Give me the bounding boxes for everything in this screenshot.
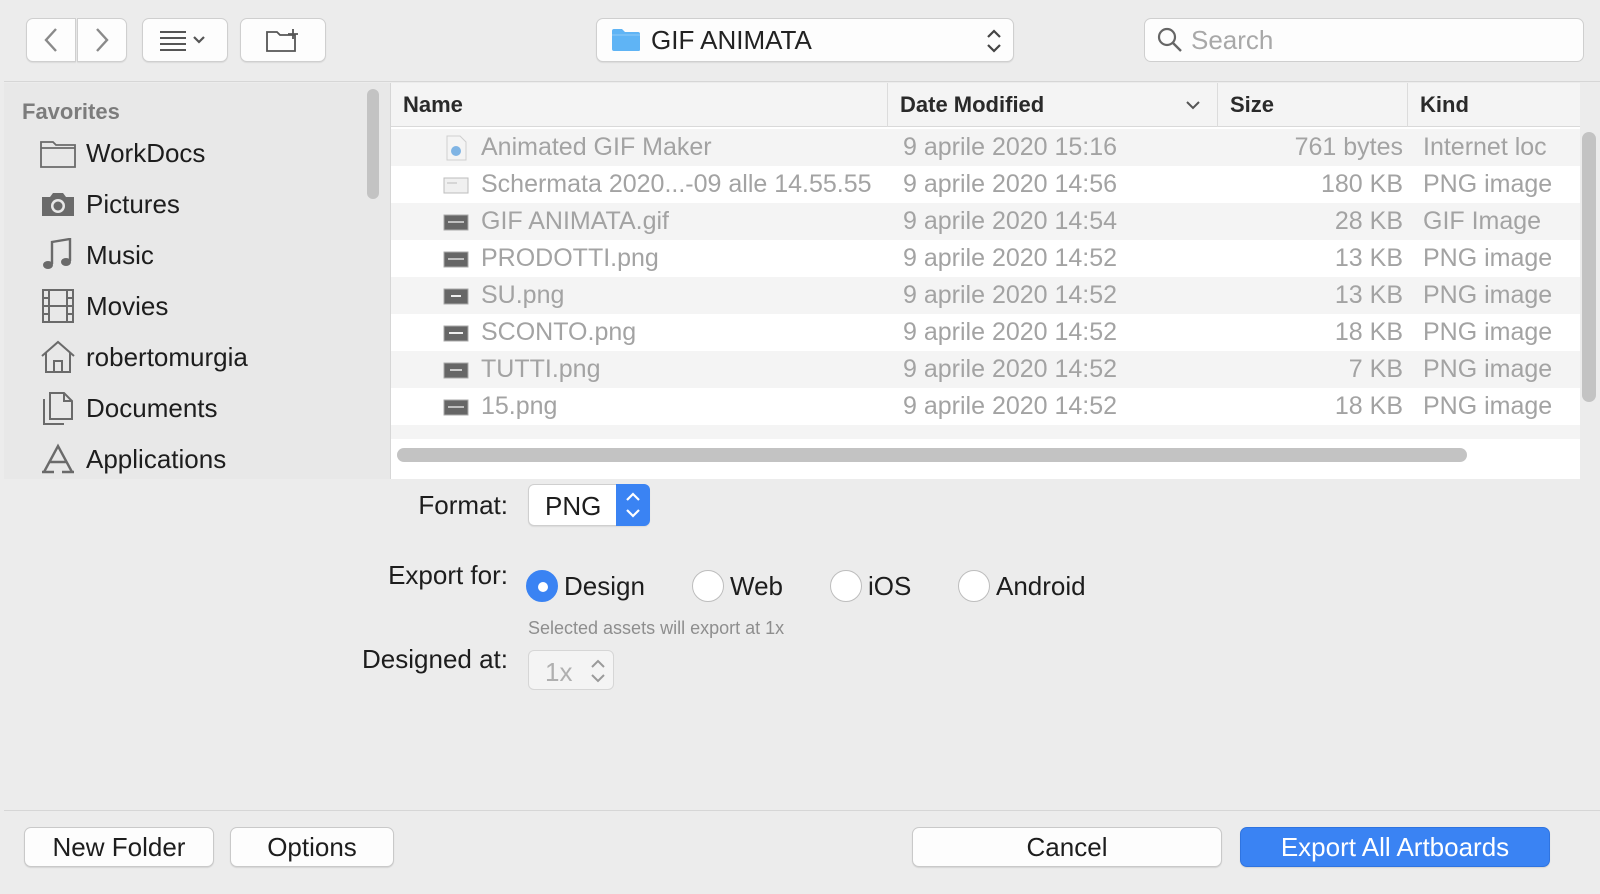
forward-button[interactable] bbox=[77, 18, 127, 62]
column-header: Name Date Modified Size Kind bbox=[391, 83, 1580, 127]
film-icon bbox=[42, 289, 74, 323]
sidebar-item-workdocs[interactable]: WorkDocs bbox=[40, 131, 360, 175]
sort-chevron-down-icon bbox=[1186, 101, 1200, 110]
image-thumbnail-icon bbox=[443, 214, 469, 231]
format-popup-arrows bbox=[616, 484, 650, 526]
vertical-scrollbar[interactable] bbox=[1582, 132, 1596, 402]
format-popup[interactable]: PNG bbox=[528, 484, 650, 526]
file-row[interactable]: 15.png 9 aprile 2020 14:52 18 KB PNG ima… bbox=[391, 388, 1580, 425]
camera-icon bbox=[42, 193, 74, 216]
designed-at-popup[interactable]: 1x bbox=[528, 650, 614, 690]
radio-dot bbox=[692, 570, 724, 602]
sidebar-item-applications[interactable]: Applications bbox=[40, 437, 360, 479]
new-folder-toolbar-button[interactable] bbox=[240, 18, 326, 62]
search-field[interactable] bbox=[1144, 18, 1584, 62]
format-value: PNG bbox=[545, 491, 602, 521]
image-thumbnail-icon bbox=[443, 288, 469, 305]
export-dialog: GIF ANIMATA Favorites WorkDocs bbox=[4, 0, 1600, 894]
file-row-partial[interactable] bbox=[391, 425, 1580, 439]
file-row[interactable]: Schermata 2020...-09 alle 14.55.55 9 apr… bbox=[391, 166, 1580, 203]
image-thumbnail-icon bbox=[443, 177, 469, 194]
view-options-button[interactable] bbox=[142, 18, 228, 62]
radio-dot bbox=[526, 570, 558, 602]
radio-dot bbox=[830, 570, 862, 602]
cancel-button[interactable]: Cancel bbox=[912, 827, 1222, 867]
radio-android[interactable]: Android bbox=[958, 568, 1086, 604]
radio-ios[interactable]: iOS bbox=[830, 568, 911, 604]
sidebar-item-documents[interactable]: Documents bbox=[40, 386, 360, 430]
music-note-icon bbox=[43, 238, 72, 269]
sidebar: Favorites WorkDocs Pictures Music Movies… bbox=[4, 83, 390, 479]
toolbar: GIF ANIMATA bbox=[4, 0, 1600, 82]
bottom-bar: New Folder Options Cancel Export All Art… bbox=[4, 810, 1600, 894]
internet-location-icon bbox=[446, 135, 467, 161]
back-button[interactable] bbox=[26, 18, 76, 62]
options-button[interactable]: Options bbox=[230, 827, 394, 867]
export-for-label: Export for: bbox=[388, 560, 508, 590]
sidebar-item-home[interactable]: robertomurgia bbox=[40, 335, 360, 379]
file-row[interactable]: TUTTI.png 9 aprile 2020 14:52 7 KB PNG i… bbox=[391, 351, 1580, 388]
new-folder-icon bbox=[266, 29, 298, 52]
up-down-arrows-icon bbox=[626, 492, 640, 518]
column-date-modified[interactable]: Date Modified bbox=[887, 83, 1217, 127]
radio-dot bbox=[958, 570, 990, 602]
documents-icon bbox=[43, 392, 73, 425]
image-thumbnail-icon bbox=[443, 399, 469, 416]
format-label: Format: bbox=[418, 490, 508, 520]
image-thumbnail-icon bbox=[443, 325, 469, 342]
file-row[interactable]: PRODOTTI.png 9 aprile 2020 14:52 13 KB P… bbox=[391, 240, 1580, 277]
sidebar-item-movies[interactable]: Movies bbox=[40, 284, 360, 328]
new-folder-button[interactable]: New Folder bbox=[24, 827, 214, 867]
folder-icon bbox=[40, 141, 76, 168]
search-input[interactable] bbox=[1191, 24, 1571, 56]
image-thumbnail-icon bbox=[443, 362, 469, 379]
radio-web[interactable]: Web bbox=[692, 568, 783, 604]
file-row[interactable]: SCONTO.png 9 aprile 2020 14:52 18 KB PNG… bbox=[391, 314, 1580, 351]
sidebar-scrollbar[interactable] bbox=[367, 89, 379, 199]
horizontal-scrollbar[interactable] bbox=[397, 448, 1467, 462]
location-label: GIF ANIMATA bbox=[651, 24, 812, 55]
export-all-artboards-button[interactable]: Export All Artboards bbox=[1240, 827, 1550, 867]
column-kind[interactable]: Kind bbox=[1407, 83, 1580, 127]
column-name[interactable]: Name bbox=[391, 83, 887, 127]
up-down-arrows-icon bbox=[591, 659, 605, 683]
file-row[interactable]: GIF ANIMATA.gif 9 aprile 2020 14:54 28 K… bbox=[391, 203, 1580, 240]
sidebar-section-title: Favorites bbox=[22, 99, 120, 124]
chevron-left-icon bbox=[44, 28, 57, 52]
file-row[interactable]: Animated GIF Maker 9 aprile 2020 15:16 7… bbox=[391, 129, 1580, 166]
chevron-right-icon bbox=[96, 28, 109, 52]
image-thumbnail-icon bbox=[443, 251, 469, 268]
designed-at-label: Designed at: bbox=[362, 644, 508, 674]
up-down-arrows-icon bbox=[987, 29, 1001, 53]
list-view-icon bbox=[160, 31, 205, 51]
export-hint: Selected assets will export at 1x bbox=[528, 618, 785, 638]
search-icon bbox=[1157, 27, 1182, 52]
file-list: Name Date Modified Size Kind Animated GI… bbox=[390, 83, 1580, 479]
sidebar-item-music[interactable]: Music bbox=[40, 233, 360, 277]
radio-design[interactable]: Design bbox=[526, 568, 645, 604]
file-rows: Animated GIF Maker 9 aprile 2020 15:16 7… bbox=[391, 129, 1580, 439]
folder-icon bbox=[612, 29, 640, 51]
designed-at-value: 1x bbox=[545, 657, 573, 687]
home-icon bbox=[41, 340, 75, 373]
file-row[interactable]: SU.png 9 aprile 2020 14:52 13 KB PNG ima… bbox=[391, 277, 1580, 314]
applications-icon bbox=[42, 443, 74, 474]
column-size[interactable]: Size bbox=[1217, 83, 1407, 127]
location-popup[interactable]: GIF ANIMATA bbox=[596, 18, 1014, 62]
sidebar-item-pictures[interactable]: Pictures bbox=[40, 182, 360, 226]
